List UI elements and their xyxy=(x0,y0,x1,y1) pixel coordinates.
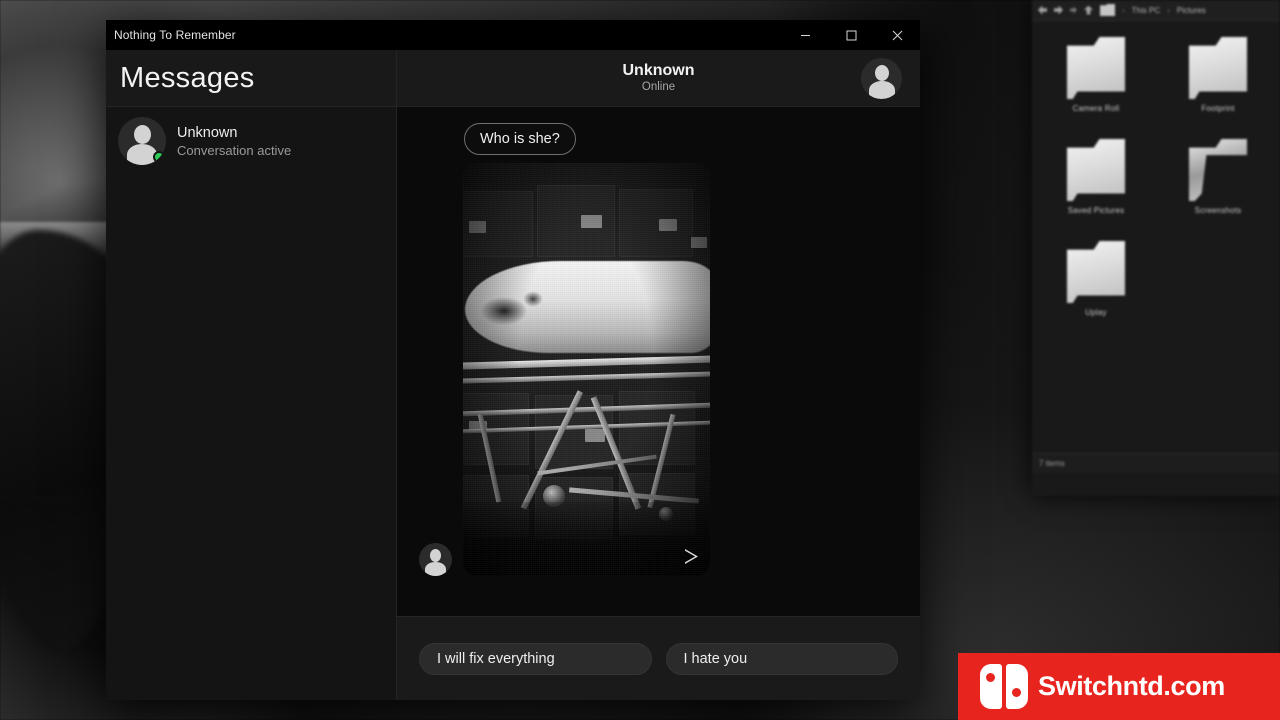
avatar-body xyxy=(868,81,895,99)
avatar-body xyxy=(425,562,446,576)
back-icon[interactable] xyxy=(1038,6,1047,15)
avatar-head xyxy=(430,549,441,562)
breadcrumb-pictures[interactable]: Pictures xyxy=(1177,6,1206,15)
folder-icon xyxy=(1189,37,1247,99)
up-icon[interactable] xyxy=(1084,6,1093,15)
message-row-media xyxy=(419,163,898,576)
play-icon[interactable] xyxy=(685,549,698,564)
page-title: Messages xyxy=(120,61,255,94)
message-list[interactable]: Who is she? xyxy=(397,107,920,616)
sidebar: Messages Unknown Conversation active xyxy=(106,50,397,700)
conversation-item-unknown[interactable]: Unknown Conversation active xyxy=(106,107,396,175)
explorer-toolbar[interactable]: › This PC › Pictures xyxy=(1032,0,1280,21)
message-sender-avatar xyxy=(419,543,452,576)
window-title: Nothing To Remember xyxy=(114,28,236,42)
folder-item[interactable]: Saved Pictures xyxy=(1040,139,1152,215)
recent-locations-icon[interactable] xyxy=(1070,7,1077,14)
minimize-icon xyxy=(800,34,810,36)
conversation-list[interactable]: Unknown Conversation active xyxy=(106,107,396,700)
quick-reply-option-1[interactable]: I will fix everything xyxy=(419,642,652,675)
quick-reply-bar[interactable]: I will fix everything I hate you xyxy=(397,616,920,700)
photo-grain xyxy=(463,163,710,576)
folder-icon xyxy=(1067,241,1125,303)
folder-icon xyxy=(1067,139,1125,201)
site-watermark: Switchntd.com xyxy=(958,653,1280,720)
joycon-left xyxy=(980,664,1002,709)
chat-peer-status: Online xyxy=(641,81,676,94)
chat-panel: Unknown Online Who is she? I will fix ev… xyxy=(397,50,920,700)
background-file-explorer-window[interactable]: › This PC › Pictures Camera Roll Footpri… xyxy=(1032,0,1280,496)
joycon-stick xyxy=(1012,688,1021,697)
window-controls[interactable] xyxy=(782,20,920,50)
window-body: Messages Unknown Conversation active Unk… xyxy=(106,50,920,700)
joycon-right xyxy=(1006,664,1028,709)
folder-label: Footprint xyxy=(1201,104,1235,113)
conversation-meta: Unknown Conversation active xyxy=(177,125,291,158)
media-photo xyxy=(463,163,710,576)
folder-item[interactable]: Screenshots xyxy=(1162,139,1274,215)
avatar-head xyxy=(133,125,151,144)
peer-avatar[interactable] xyxy=(861,58,902,99)
chat-header: Unknown Online xyxy=(397,50,920,107)
folder-item[interactable]: Camera Roll xyxy=(1040,37,1152,113)
folder-icon xyxy=(1100,4,1115,16)
conversation-subtitle: Conversation active xyxy=(177,142,292,158)
chat-peer-info: Unknown Online xyxy=(623,62,695,95)
item-count: 7 items xyxy=(1039,459,1065,468)
folder-item[interactable]: Footprint xyxy=(1162,37,1274,113)
avatar-head xyxy=(874,65,889,81)
message-row-text: Who is she? xyxy=(419,123,898,155)
breadcrumb-separator: › xyxy=(1122,5,1125,15)
nintendo-switch-logo-icon xyxy=(980,664,1028,709)
close-icon xyxy=(892,30,902,40)
close-button[interactable] xyxy=(874,20,920,50)
forward-icon[interactable] xyxy=(1054,6,1063,15)
folder-label: Camera Roll xyxy=(1072,104,1120,113)
folder-label: Screenshots xyxy=(1194,206,1242,215)
explorer-folder-grid: Camera Roll Footprint Saved Pictures Scr… xyxy=(1040,37,1272,317)
media-message-thumbnail[interactable] xyxy=(463,163,710,576)
explorer-content: Camera Roll Footprint Saved Pictures Scr… xyxy=(1032,21,1280,473)
explorer-status-bar: 7 items xyxy=(1032,453,1280,473)
title-bar[interactable]: Nothing To Remember xyxy=(106,20,920,50)
minimize-button[interactable] xyxy=(782,20,828,50)
folder-label: Uplay xyxy=(1085,308,1107,317)
sidebar-header: Messages xyxy=(106,50,396,107)
folder-icon xyxy=(1067,37,1125,99)
maximize-button[interactable] xyxy=(828,20,874,50)
maximize-icon xyxy=(846,30,856,40)
chat-peer-name: Unknown xyxy=(622,61,695,79)
watermark-text: Switchntd.com xyxy=(1038,671,1225,701)
online-status-dot xyxy=(153,151,165,163)
folder-open-icon xyxy=(1189,139,1247,201)
breadcrumb-this-pc[interactable]: This PC xyxy=(1132,6,1160,15)
quick-reply-option-2[interactable]: I hate you xyxy=(665,642,898,675)
message-bubble[interactable]: Who is she? xyxy=(464,123,576,155)
breadcrumb-separator: › xyxy=(1167,5,1170,15)
folder-label: Saved Pictures xyxy=(1067,206,1125,215)
avatar xyxy=(118,117,166,165)
folder-item[interactable]: Uplay xyxy=(1040,241,1152,317)
conversation-name: Unknown xyxy=(177,124,238,141)
messages-app-window[interactable]: Nothing To Remember Messages Unknown Con… xyxy=(106,20,920,700)
joycon-stick xyxy=(986,673,995,682)
